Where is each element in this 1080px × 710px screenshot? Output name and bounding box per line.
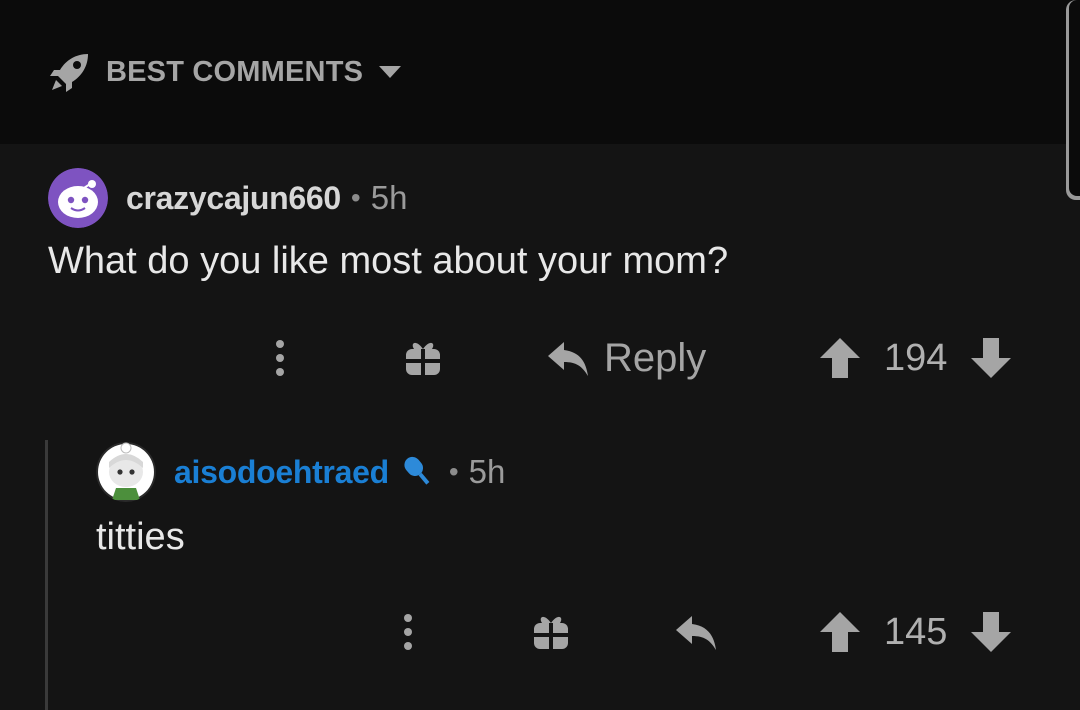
upvote-arrow-icon[interactable] <box>818 610 862 654</box>
meta-separator: • <box>350 182 361 213</box>
vote-controls: 194 <box>818 328 1013 388</box>
more-options-button[interactable] <box>394 602 422 662</box>
gift-icon <box>530 611 572 653</box>
more-options-button[interactable] <box>266 328 294 388</box>
username[interactable]: crazycajun660 <box>126 180 341 217</box>
sort-label: BEST COMMENTS <box>106 55 364 88</box>
comment: aisodoehtraed • 5h titties 145 <box>0 420 1080 710</box>
reply-button[interactable]: Reply <box>546 328 706 388</box>
reply-arrow-icon <box>546 338 590 378</box>
timestamp: 5h <box>370 179 408 216</box>
score: 194 <box>884 336 948 379</box>
more-vertical-icon <box>266 338 294 378</box>
downvote-arrow-icon[interactable] <box>969 610 1013 654</box>
reply-label: Reply <box>604 335 707 380</box>
sort-bar: BEST COMMENTS <box>0 0 1080 144</box>
sort-button[interactable]: BEST COMMENTS <box>48 50 403 94</box>
award-button[interactable] <box>530 602 572 662</box>
downvote-arrow-icon[interactable] <box>969 336 1013 380</box>
reply-arrow-icon <box>674 612 718 652</box>
timestamp: 5h <box>468 453 506 490</box>
comment-meta: aisodoehtraed • 5h <box>96 442 505 502</box>
vote-controls: 145 <box>818 602 1013 662</box>
reply-button[interactable] <box>674 602 718 662</box>
avatar[interactable] <box>96 442 156 502</box>
score: 145 <box>884 610 948 653</box>
more-vertical-icon <box>394 612 422 652</box>
caret-down-icon <box>377 64 403 80</box>
comment-actions: Reply 194 <box>0 328 1080 388</box>
comment-meta: crazycajun660 • 5h <box>48 168 407 228</box>
upvote-arrow-icon[interactable] <box>818 336 862 380</box>
gift-icon <box>402 337 444 379</box>
comment-actions: 145 <box>0 602 1080 662</box>
username[interactable]: aisodoehtraed <box>174 454 389 491</box>
award-button[interactable] <box>402 328 444 388</box>
comment-body: What do you like most about your mom? <box>48 240 729 282</box>
avatar[interactable] <box>48 168 108 228</box>
comment: crazycajun660 • 5h What do you like most… <box>0 144 1080 420</box>
meta-separator: • <box>448 456 459 487</box>
rocket-icon <box>48 50 92 94</box>
comment-body: titties <box>96 516 185 558</box>
microphone-icon <box>399 454 439 490</box>
